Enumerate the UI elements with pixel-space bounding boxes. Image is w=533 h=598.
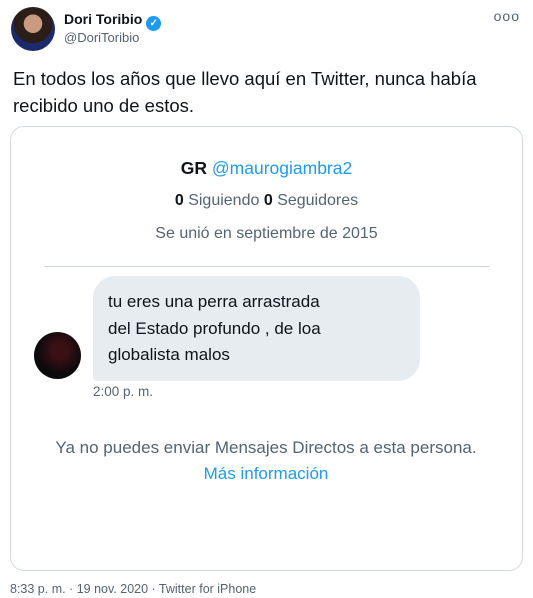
- dm-notice-text: Ya no puedes enviar Mensajes Directos a …: [55, 438, 477, 457]
- followers-label: Seguidores: [277, 192, 359, 209]
- dm-message-line: tu eres una perra arrastrada: [108, 292, 320, 311]
- following-count: 0: [174, 192, 184, 209]
- author-name[interactable]: Dori Toribio ✓: [64, 11, 162, 31]
- author-name-text[interactable]: Dori Toribio: [64, 11, 142, 27]
- dm-follow-stats: 0 Siguiendo 0 Seguidores: [11, 192, 522, 210]
- followers-count: 0: [263, 192, 273, 209]
- following-label: Siguiendo: [188, 192, 260, 209]
- divider: [44, 266, 490, 267]
- dm-screenshot-card[interactable]: GR @maurogiambra2 0 Siguiendo 0 Seguidor…: [10, 126, 523, 571]
- dm-message-line: globalista malos: [108, 345, 230, 364]
- verified-badge-icon: ✓: [146, 16, 162, 31]
- dm-message-time: 2:00 p. m.: [93, 384, 154, 399]
- dm-message-line: del Estado profundo , de loa: [108, 318, 321, 338]
- dm-profile-header: GR @maurogiambra2: [11, 158, 522, 179]
- dm-message-bubble: tu eres una perra arrastrada del Estado …: [93, 276, 420, 381]
- author-avatar[interactable]: [11, 7, 55, 51]
- tweet-metadata[interactable]: 8:33 p. m. · 19 nov. 2020 · Twitter for …: [10, 582, 256, 596]
- dm-blocked-notice: Ya no puedes enviar Mensajes Directos a …: [51, 435, 481, 487]
- more-info-link: Más información: [203, 464, 329, 483]
- dm-joined-date: Se unió en septiembre de 2015: [155, 225, 378, 242]
- dm-sender-avatar: [34, 332, 81, 379]
- dm-profile-handle: @maurogiambra2: [211, 158, 353, 178]
- more-options-icon[interactable]: ooo: [494, 8, 520, 24]
- author-handle[interactable]: @DoriToribio: [64, 30, 139, 45]
- tweet-text: En todos los años que llevo aquí en Twit…: [13, 68, 477, 116]
- dm-profile-name: GR: [180, 158, 208, 178]
